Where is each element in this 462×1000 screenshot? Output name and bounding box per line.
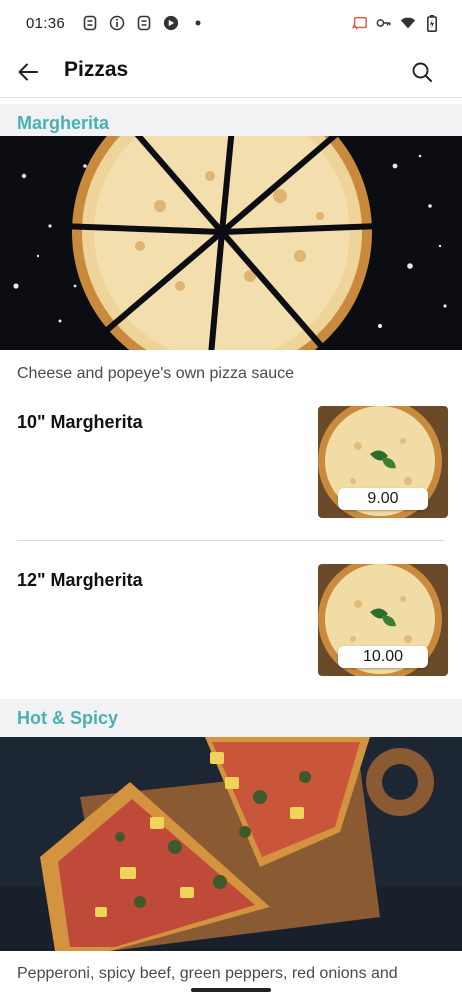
- back-button[interactable]: [14, 58, 42, 86]
- item-name: 10" Margherita: [17, 412, 143, 432]
- section-description: Pepperoni, spicy beef, green peppers, re…: [17, 965, 398, 982]
- status-bar: 01:36: [0, 0, 462, 46]
- item-image: 10.00: [318, 564, 448, 676]
- item-image: 9.00: [318, 406, 448, 518]
- status-bar-left: 01:36: [26, 15, 206, 32]
- menu-item[interactable]: 10" Margherita 9.00: [0, 406, 462, 518]
- status-bar-right: [352, 14, 440, 32]
- arrow-left-icon: [16, 60, 40, 84]
- assistant-icon: [163, 15, 179, 31]
- section-description: Cheese and popeye's own pizza sauce: [17, 365, 295, 382]
- s-icon: [136, 15, 152, 31]
- s-icon: [82, 15, 98, 31]
- section-title: Hot & Spicy: [17, 707, 119, 728]
- menu-item[interactable]: 12" Margherita 10.00: [0, 564, 462, 676]
- gesture-bar[interactable]: [191, 988, 271, 992]
- item-divider: [17, 540, 445, 541]
- hot-spicy-hero-image: [0, 737, 462, 951]
- section-header-hot-spicy: Hot & Spicy: [0, 699, 462, 737]
- section-title: Margherita: [17, 112, 110, 133]
- price-badge: 9.00: [338, 488, 428, 510]
- search-button[interactable]: [408, 58, 436, 86]
- vpn-key-icon: [376, 15, 392, 31]
- battery-icon: [424, 14, 440, 32]
- dot-icon: [190, 15, 206, 31]
- page-title: Pizzas: [64, 58, 129, 81]
- margherita-hero-image: [0, 136, 462, 350]
- item-name: 12" Margherita: [17, 570, 143, 590]
- cast-icon: [352, 15, 368, 31]
- info-icon: [109, 15, 125, 31]
- status-time: 01:36: [26, 14, 66, 32]
- wifi-icon: [400, 15, 416, 31]
- app-bar: Pizzas: [0, 46, 462, 98]
- price-badge: 10.00: [338, 646, 428, 668]
- search-icon: [411, 61, 433, 83]
